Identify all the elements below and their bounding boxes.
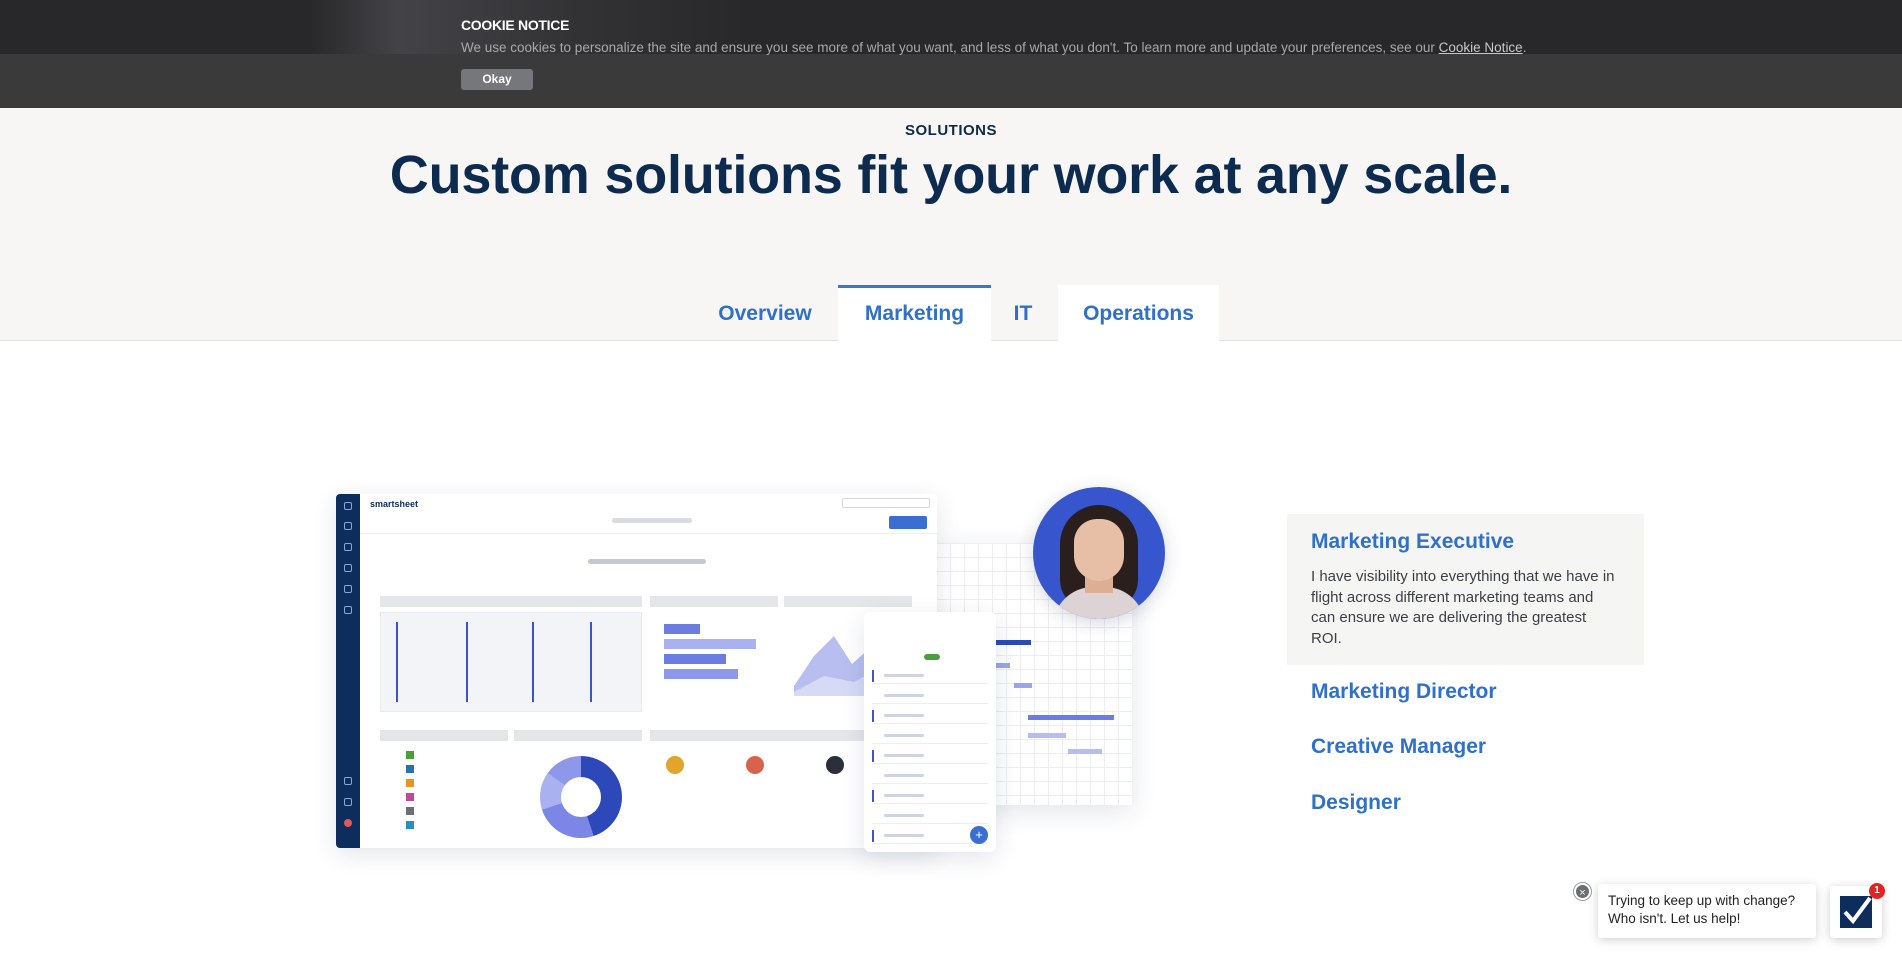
- chat-prompt-line-1: Trying to keep up with change?: [1608, 893, 1796, 908]
- page: COOKIE NOTICE We use cookies to personal…: [0, 0, 1902, 965]
- solutions-tabs: Overview Marketing IT Operations: [0, 285, 1902, 342]
- product-illustration: smartsheet +: [336, 480, 1196, 860]
- cookie-notice-link[interactable]: Cookie Notice: [1439, 40, 1523, 55]
- persona-designer[interactable]: Designer: [1311, 791, 1401, 815]
- close-icon[interactable]: ×: [1574, 883, 1591, 900]
- mobile-app-image: [864, 612, 996, 852]
- cookie-notice-text: We use cookies to personalize the site a…: [461, 40, 1526, 55]
- persona-description: I have visibility into everything that w…: [1311, 568, 1615, 647]
- page-title: Custom solutions fit your work at any sc…: [389, 145, 1513, 205]
- section-eyebrow: SOLUTIONS: [904, 122, 997, 139]
- cookie-notice-title: COOKIE NOTICE: [461, 17, 570, 33]
- cookie-notice: COOKIE NOTICE We use cookies to personal…: [0, 0, 1902, 108]
- tab-overview[interactable]: Overview: [695, 285, 835, 342]
- donut-chart-icon: [540, 756, 622, 838]
- tab-marketing[interactable]: Marketing: [838, 285, 991, 342]
- chat-prompt-line-2: Who isn't. Let us help!: [1608, 911, 1741, 926]
- chat-prompt[interactable]: Trying to keep up with change? Who isn't…: [1598, 884, 1816, 938]
- persona-creative-manager[interactable]: Creative Manager: [1311, 735, 1486, 759]
- persona-marketing-director[interactable]: Marketing Director: [1311, 680, 1497, 704]
- persona-marketing-executive[interactable]: Marketing Executive: [1311, 530, 1514, 554]
- tab-it[interactable]: IT: [993, 285, 1053, 342]
- cookie-notice-body: We use cookies to personalize the site a…: [461, 40, 1439, 55]
- cookie-notice-period: .: [1522, 40, 1527, 55]
- persona-avatar: [1033, 487, 1165, 619]
- dashboard-image: smartsheet: [336, 494, 937, 848]
- tab-operations[interactable]: Operations: [1058, 285, 1219, 342]
- add-icon: +: [970, 826, 988, 844]
- app-sidebar: [336, 494, 360, 848]
- smartsheet-logo: smartsheet: [370, 499, 419, 509]
- notification-badge: 1: [1869, 883, 1885, 899]
- okay-button[interactable]: Okay: [461, 69, 533, 90]
